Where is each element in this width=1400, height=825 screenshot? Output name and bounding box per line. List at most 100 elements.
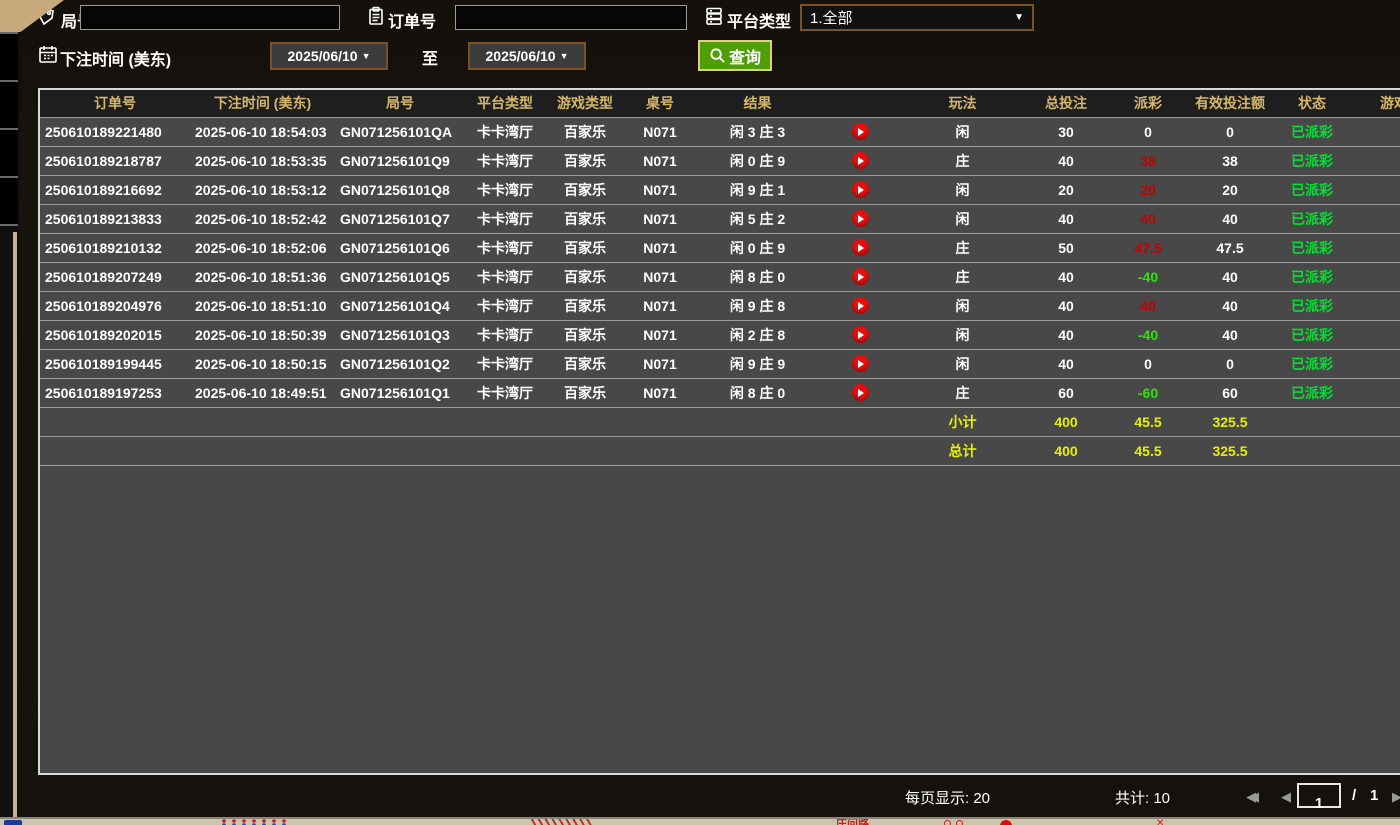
background-window-bottom-strip: 庄问路 [0, 817, 1400, 825]
play-video-icon[interactable] [851, 123, 869, 141]
cell-order-no: 250610189202015 [40, 320, 190, 350]
cell-platform: 卡卡湾厅 [465, 175, 545, 205]
cell-play: 庄 [900, 233, 1025, 263]
background-window-border-line [13, 232, 17, 817]
cell-mode: - [1353, 378, 1400, 408]
cell-game-type: 百家乐 [545, 204, 625, 234]
col-game-type: 游戏类型 [545, 90, 625, 118]
clipboard-icon [366, 6, 386, 26]
col-play: 玩法 [900, 90, 1025, 118]
cell-order-no: 250610189197253 [40, 378, 190, 408]
prev-page-icon[interactable]: ◀ [1281, 789, 1291, 805]
col-result: 结果 [695, 90, 820, 118]
cell-game-no: GN071256101Q2 [335, 349, 465, 379]
play-video-icon[interactable] [851, 355, 869, 373]
cell-payout: 47.5 [1107, 233, 1189, 263]
date-to-picker[interactable]: 2025/06/10 [468, 42, 586, 70]
table-row[interactable]: 250610189213833 2025-06-10 18:52:42 GN0712… [40, 204, 1400, 234]
col-bet-time: 下注时间 (美东) [190, 90, 335, 118]
table-header-row: 订单号 下注时间 (美东) 局号 平台类型 游戏类型 桌号 结果 玩法 总投注 … [40, 90, 1400, 118]
cell-video [820, 117, 900, 147]
play-video-icon[interactable] [851, 384, 869, 402]
cell-platform: 卡卡湾厅 [465, 378, 545, 408]
order-no-input[interactable] [455, 5, 687, 30]
cell-mode: - [1353, 204, 1400, 234]
bet-time-label: 下注时间 (美东) [60, 52, 172, 69]
cell-game-no: GN071256101Q3 [335, 320, 465, 350]
table-row[interactable]: 250610189221480 2025-06-10 18:54:03 GN0712… [40, 117, 1400, 147]
platform-type-label: 平台类型 [727, 14, 792, 31]
table-row[interactable]: 250610189199445 2025-06-10 18:50:15 GN0712… [40, 349, 1400, 379]
cell-game-type: 百家乐 [545, 320, 625, 350]
cell-table-no: N071 [625, 204, 695, 234]
play-video-icon[interactable] [851, 326, 869, 344]
current-page: 1 [1314, 795, 1324, 812]
play-video-icon[interactable] [851, 239, 869, 257]
cell-order-no: 250610189204976 [40, 291, 190, 321]
page-input[interactable]: 1 [1297, 783, 1341, 812]
cell-total-bet: 40 [1025, 349, 1107, 379]
date-to-label: 至 [422, 51, 439, 68]
platform-stack-icon [704, 6, 724, 26]
cell-result: 闲 8 庄 0 [695, 262, 820, 292]
cell-game-type: 百家乐 [545, 349, 625, 379]
cell-play: 闲 [900, 117, 1025, 147]
cell-game-type: 百家乐 [545, 262, 625, 292]
col-game-mode: 游戏模式 [1353, 90, 1400, 118]
cell-order-no: 250610189216692 [40, 175, 190, 205]
cell-status: 已派彩 [1271, 204, 1353, 234]
cell-valid-bet: 40 [1189, 204, 1271, 234]
cell-result: 闲 5 庄 2 [695, 204, 820, 234]
first-page-icon[interactable]: ◀◀ [1246, 789, 1259, 805]
play-video-icon[interactable] [851, 181, 869, 199]
cell-game-type: 百家乐 [545, 146, 625, 176]
play-video-icon[interactable] [851, 210, 869, 228]
cell-mode: - [1353, 320, 1400, 350]
table-row[interactable]: 250610189210132 2025-06-10 18:52:06 GN0712… [40, 233, 1400, 263]
cell-result: 闲 3 庄 3 [695, 117, 820, 147]
cell-game-no: GN071256101Q1 [335, 378, 465, 408]
cell-table-no: N071 [625, 233, 695, 263]
play-video-icon[interactable] [851, 152, 869, 170]
cell-table-no: N071 [625, 291, 695, 321]
cell-table-no: N071 [625, 378, 695, 408]
cell-game-no: GN071256101Q7 [335, 204, 465, 234]
cell-total-bet: 40 [1025, 291, 1107, 321]
cell-mode: - [1353, 291, 1400, 321]
col-valid-bet: 有效投注额 [1189, 90, 1271, 118]
cell-status: 已派彩 [1271, 146, 1353, 176]
query-button[interactable]: 查询 [698, 40, 773, 71]
cell-result: 闲 2 庄 8 [695, 320, 820, 350]
next-page-icon[interactable]: ▶ [1392, 789, 1400, 805]
table-row[interactable]: 250610189216692 2025-06-10 18:53:12 GN0712… [40, 175, 1400, 205]
cell-table-no: N071 [625, 349, 695, 379]
cell-play: 闲 [900, 204, 1025, 234]
cell-payout: 0 [1107, 117, 1189, 147]
play-video-icon[interactable] [851, 297, 869, 315]
cell-payout: -40 [1107, 320, 1189, 350]
cell-result: 闲 8 庄 0 [695, 378, 820, 408]
background-ring-icon [944, 820, 951, 825]
table-row[interactable]: 250610189218787 2025-06-10 18:53:35 GN0712… [40, 146, 1400, 176]
date-from-value: 2025/06/10 [287, 48, 358, 64]
table-row[interactable]: 250610189207249 2025-06-10 18:51:36 GN0712… [40, 262, 1400, 292]
platform-type-select[interactable]: 1.全部 [800, 4, 1034, 31]
query-button-label: 查询 [729, 49, 762, 67]
cell-bet-time: 2025-06-10 18:51:10 [190, 291, 335, 321]
pagination-bar: 每页显示: 20 共计: 10 ◀◀ ◀ 1 / 1 ▶ [38, 777, 1400, 815]
table-row[interactable]: 250610189197253 2025-06-10 18:49:51 GN0712… [40, 378, 1400, 408]
cell-game-type: 百家乐 [545, 233, 625, 263]
cell-video [820, 175, 900, 205]
table-row[interactable]: 250610189204976 2025-06-10 18:51:10 GN0712… [40, 291, 1400, 321]
cell-payout: 20 [1107, 175, 1189, 205]
cell-status: 已派彩 [1271, 291, 1353, 321]
cell-valid-bet: 38 [1189, 146, 1271, 176]
table-row[interactable]: 250610189202015 2025-06-10 18:50:39 GN0712… [40, 320, 1400, 350]
play-video-icon[interactable] [851, 268, 869, 286]
total-row: 总计 400 45.5 325.5 [40, 436, 1400, 466]
cell-total-bet: 20 [1025, 175, 1107, 205]
date-from-picker[interactable]: 2025/06/10 [270, 42, 388, 70]
game-no-input[interactable] [80, 5, 340, 30]
cell-mode: - [1353, 146, 1400, 176]
cell-platform: 卡卡湾厅 [465, 320, 545, 350]
